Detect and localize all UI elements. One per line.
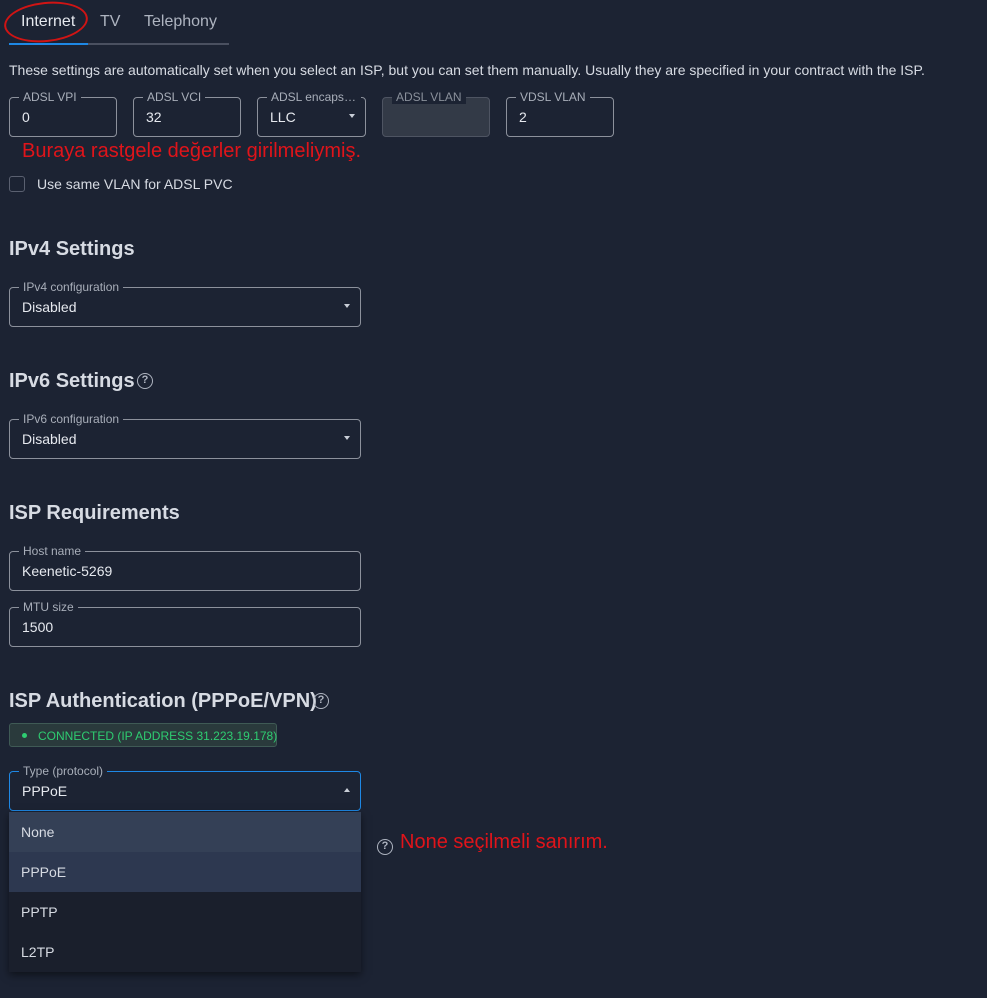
chevron-down-icon (344, 436, 350, 440)
active-tab-indicator (9, 43, 88, 45)
protocol-dropdown-menu: None PPPoE PPTP L2TP (9, 812, 361, 972)
same-vlan-checkbox[interactable] (9, 176, 25, 192)
adsl-vlan-label: ADSL VLAN (392, 90, 466, 104)
adsl-vpi-field[interactable]: ADSL VPI 0 (9, 90, 117, 137)
tab-tv[interactable]: TV (100, 13, 120, 31)
adsl-encapsulation-label: ADSL encapsul... (267, 90, 361, 104)
isp-auth-heading: ISP Authentication (PPPoE/VPN) (9, 690, 317, 712)
option-pptp[interactable]: PPTP (9, 892, 361, 932)
settings-description: These settings are automatically set whe… (9, 62, 925, 78)
host-name-label: Host name (19, 544, 86, 558)
chevron-down-icon (344, 304, 350, 308)
status-badge: CONNECTED (IP ADDRESS 31.223.19.178) (9, 723, 277, 747)
ipv6-config-label: IPv6 configuration (19, 412, 124, 426)
ipv6-config-value: Disabled (22, 431, 77, 447)
vdsl-vlan-label: VDSL VLAN (516, 90, 590, 104)
host-name-field[interactable]: Host name Keenetic-5269 (9, 544, 361, 591)
ipv4-config-select[interactable]: IPv4 configuration Disabled (9, 280, 361, 327)
option-l2tp[interactable]: L2TP (9, 932, 361, 972)
adsl-vlan-field: ADSL VLAN (382, 90, 490, 137)
adsl-vci-field[interactable]: ADSL VCI 32 (133, 90, 241, 137)
help-icon[interactable]: ? (313, 693, 329, 709)
isp-requirements-heading: ISP Requirements (9, 502, 180, 524)
adsl-vci-label: ADSL VCI (143, 90, 206, 104)
adsl-vpi-value: 0 (22, 109, 30, 125)
ipv4-config-value: Disabled (22, 299, 77, 315)
mtu-size-field[interactable]: MTU size 1500 (9, 600, 361, 647)
status-text: CONNECTED (IP ADDRESS 31.223.19.178) (38, 729, 278, 743)
option-none[interactable]: None (9, 812, 361, 852)
adsl-vpi-label: ADSL VPI (19, 90, 81, 104)
ipv6-config-select[interactable]: IPv6 configuration Disabled (9, 412, 361, 459)
tab-telephony[interactable]: Telephony (144, 13, 217, 31)
annotation-bottom-text: None seçilmeli sanırım. (400, 831, 608, 853)
host-name-value: Keenetic-5269 (22, 563, 113, 579)
help-icon[interactable]: ? (377, 839, 393, 855)
adsl-encapsulation-value: LLC (270, 109, 296, 125)
vdsl-vlan-field[interactable]: VDSL VLAN 2 (506, 90, 614, 137)
vdsl-vlan-value: 2 (519, 109, 527, 125)
ipv4-config-label: IPv4 configuration (19, 280, 124, 294)
status-dot-icon (22, 733, 27, 738)
adsl-encapsulation-select[interactable]: ADSL encapsul... LLC (257, 90, 366, 137)
protocol-type-select[interactable]: Type (protocol) PPPoE (9, 764, 361, 811)
mtu-size-value: 1500 (22, 619, 54, 635)
chevron-down-icon (349, 114, 355, 118)
protocol-type-value: PPPoE (22, 783, 68, 799)
mtu-size-label: MTU size (19, 600, 78, 614)
ipv4-heading: IPv4 Settings (9, 238, 135, 260)
help-icon[interactable]: ? (137, 373, 153, 389)
same-vlan-label[interactable]: Use same VLAN for ADSL PVC (37, 176, 233, 192)
protocol-type-label: Type (protocol) (19, 764, 108, 778)
annotation-top-text: Buraya rastgele değerler girilmeliymiş. (22, 140, 362, 162)
adsl-vci-value: 32 (146, 109, 162, 125)
chevron-up-icon (344, 788, 350, 792)
ipv6-heading: IPv6 Settings (9, 370, 135, 392)
option-pppoe[interactable]: PPPoE (9, 852, 361, 892)
